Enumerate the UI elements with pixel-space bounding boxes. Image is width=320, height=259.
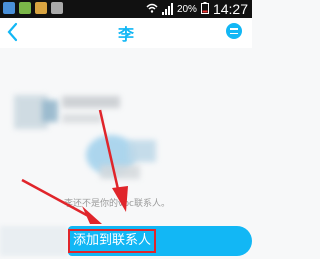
annotation-arrows	[21, 109, 128, 224]
annotation-arrow	[98, 109, 128, 212]
annotation-arrow	[21, 178, 102, 224]
